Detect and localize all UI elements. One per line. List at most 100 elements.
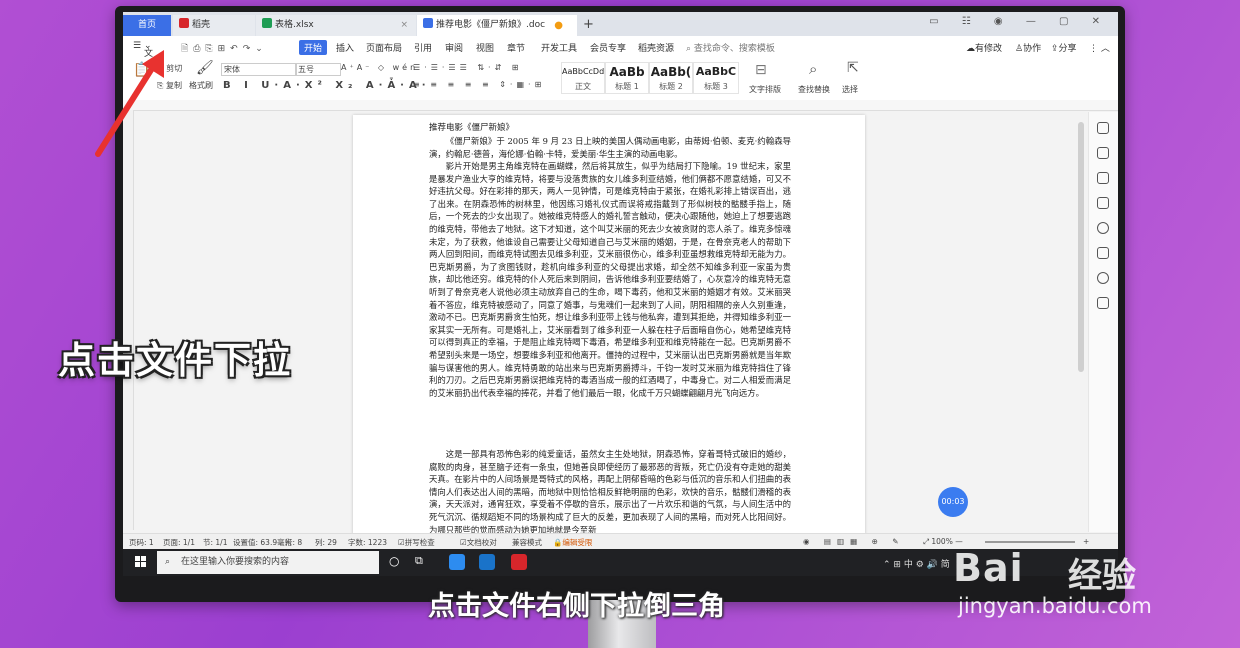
browser-icon[interactable] [479,554,495,570]
watermark-url: jingyan.baidu.com [958,594,1152,618]
location-icon[interactable] [1097,272,1109,284]
style-h2-sample: AaBb( [650,65,692,79]
quick-access-toolbar[interactable]: 🗎⎙⎘⊞↶↷⌄ [181,41,268,57]
tab-insert[interactable]: 插入 [336,41,354,54]
pointer-icon[interactable] [1097,172,1109,184]
zoom-in-icon[interactable]: + [1083,537,1089,546]
tab-home-label: 首页 [137,20,156,30]
ribbon: 📋 ✂ 剪切 ⎘ 复制 格式刷 🖌 宋体 五号 A⁺A⁻ ◇ wén B I U… [123,58,1118,101]
image-icon[interactable] [1097,247,1109,259]
paragraph-2: 影片开始是男主角维克特在画蝴蝶，然后将其放生，似乎为结局打下隐喻。19 世纪末，… [429,161,791,398]
tab-view[interactable]: 视图 [476,41,494,54]
text-layout-icon: ⊟ [755,62,767,78]
tray-icons[interactable]: ⌃ ⊞ 中 ⚙ 🔊 简 [883,557,950,570]
compat-mode: 兼容模式 [512,538,542,547]
select-button[interactable]: 选择 [842,84,858,95]
pin-icon[interactable] [1097,122,1109,134]
view-mode-buttons[interactable]: ◉ ▤▥▦ ⊕ ✎ [803,537,905,546]
list-buttons[interactable]: ☰·☰·☰☰ ⇅·⇵ ⊞ [413,63,523,72]
docer-icon [179,18,189,28]
horizontal-ruler[interactable] [123,100,1118,111]
tab-xlsx-label: 表格.xlsx [275,20,314,30]
paragraph-3: 这是一部具有恐怖色彩的纯爱童话，虽然女主生处地狱，阴森恐怖，穿着哥特式破旧的婚纱… [429,449,791,535]
taskbar-search[interactable]: ⌕ 在这里输入你要搜索的内容 [157,551,379,574]
format-painter-button[interactable]: 格式刷 [189,80,213,91]
brush-icon: 🖌 [196,60,214,76]
collab-button[interactable]: ♙协作 [1015,41,1041,54]
tab-dev-tools[interactable]: 开发工具 [541,41,577,54]
ime-mode: 简 [940,560,950,570]
vertical-scrollbar[interactable] [1078,122,1084,372]
unsaved-dot-icon: ● [554,20,563,31]
font-format-buttons[interactable]: B I U·A·X² X₂ A·Ǡ·A· [223,80,431,91]
command-search-text: 查找命令、搜索模板 [693,44,775,54]
add-tab-button[interactable]: + [583,15,594,35]
task-view-icon[interactable]: ⧉ [415,554,423,568]
screen: 首页 稻壳 表格.xlsx × 推荐电影《僵尸新娘》.doc ● + ▭ ☷ ◉ —… [123,12,1118,576]
tab-member[interactable]: 会员专享 [590,41,626,54]
help-icon[interactable] [1097,222,1109,234]
style-h3-sample: AaBbC [695,65,737,78]
tab-review[interactable]: 审阅 [445,41,463,54]
style-normal-label: 正文 [575,82,591,91]
zoom-slider[interactable] [985,541,1075,543]
find-replace-button[interactable]: 查找替换 [798,84,830,95]
paragraph-1: 《僵尸新娘》于 2005 年 9 月 23 日上映的美国人偶动画电影，由蒂姆·伯… [429,136,791,159]
tab-layout[interactable]: 页面布局 [366,41,402,54]
font-grow-shrink[interactable]: A⁺A⁻ ◇ wén [341,63,418,72]
search-icon: ⌕ [165,557,171,567]
font-select[interactable]: 宋体 [221,63,297,76]
style-h2-label: 标题 2 [659,82,683,91]
tab-document[interactable]: 推荐电影《僵尸新娘》.doc ● [417,15,577,36]
lock-icon[interactable] [1097,297,1109,309]
baidu-logo-watermark: Bai [953,546,1024,590]
style-heading1[interactable]: AaBb 标题 1 [605,62,649,94]
document-page[interactable]: 推荐电影《僵尸新娘》 《僵尸新娘》于 2005 年 9 月 23 日上映的美国人… [353,115,865,535]
more-icon[interactable]: ⋮ ︿ [1089,41,1110,54]
tab-bar: 首页 稻壳 表格.xlsx × 推荐电影《僵尸新娘》.doc ● + ▭ ☷ ◉ —… [123,12,1118,36]
collab-label: 协作 [1023,44,1042,54]
spell-check-label: 拼写检查 [404,538,435,547]
sheet-icon [262,18,272,28]
tab-chapter[interactable]: 章节 [507,41,525,54]
pen-icon[interactable] [1097,147,1109,159]
spell-check-button[interactable]: ☑拼写检查 [398,537,435,548]
changes-button[interactable]: ☁有修改 [966,41,1002,54]
style-h1-sample: AaBb [609,65,645,79]
jingyan-watermark: 经验 [1068,556,1136,596]
proofread-button[interactable]: ☑文档校对 [460,537,497,548]
style-normal[interactable]: AaBbCcDd 正文 [561,62,605,94]
vertical-ruler[interactable] [123,110,134,530]
tab-xlsx[interactable]: 表格.xlsx × [256,15,416,36]
changes-label: 有修改 [975,44,1003,54]
font-size-select[interactable]: 五号 [295,63,341,76]
window-controls[interactable]: ▭ ☷ ◉ — ▢ ✕ [929,16,1110,27]
recording-timer[interactable]: 00:03 [938,487,968,517]
align-buttons[interactable]: ≡ ≡ ≡ ≡ ≡ ⇕·▦·⊞ [413,80,545,89]
share-button[interactable]: ⇪分享 [1051,41,1077,54]
style-heading3[interactable]: AaBbC 标题 3 [693,62,739,94]
tab-document-label: 推荐电影《僵尸新娘》.doc [436,20,546,30]
doc-icon [423,18,433,28]
adjust-icon[interactable] [1097,197,1109,209]
edit-restricted[interactable]: 🔒编辑受限 [553,537,592,548]
right-sidebar [1088,112,1118,532]
wps-icon[interactable] [511,554,527,570]
tab-docer-resources[interactable]: 稻壳资源 [638,41,674,54]
style-heading2[interactable]: AaBb( 标题 2 [649,62,693,94]
style-h3-label: 标题 3 [704,82,728,91]
cortana-icon[interactable]: ○ [389,554,399,568]
edit-restricted-label: 编辑受限 [562,538,593,547]
style-normal-sample: AaBbCcDd [562,67,605,76]
tab-start[interactable]: 开始 [299,40,328,55]
tab-docer[interactable]: 稻壳 [173,15,255,36]
tab-home[interactable]: 首页 [123,15,171,36]
edge-icon[interactable] [449,554,465,570]
text-layout-button[interactable]: 文字排版 [749,84,781,95]
document-title: 推荐电影《僵尸新娘》 [429,123,515,133]
command-search[interactable]: ⌕ 查找命令、搜索模板 [686,41,775,54]
tab-close-icon[interactable]: × [400,15,408,36]
red-arrow-annotation [95,50,164,157]
status-setting: 设置值: 63.9毫米 [233,538,293,547]
tab-reference[interactable]: 引用 [414,41,432,54]
